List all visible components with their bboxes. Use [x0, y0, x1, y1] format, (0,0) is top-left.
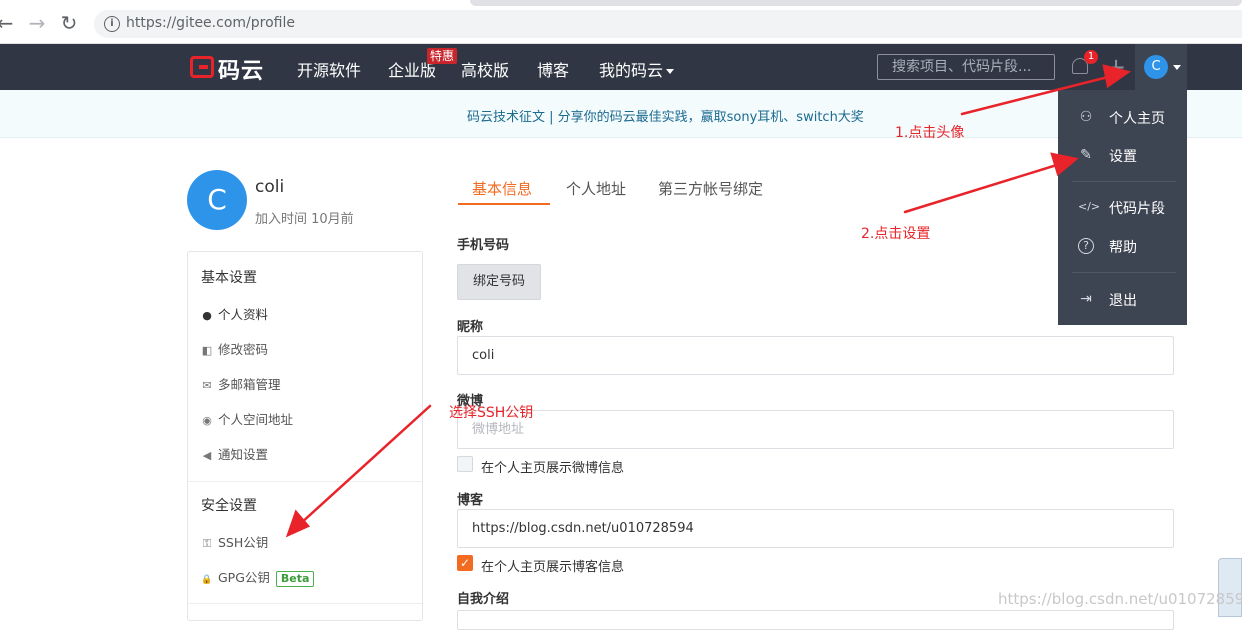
arrowhead-to-ssh [285, 509, 311, 538]
annotation-step1: 1.点击头像 [895, 125, 965, 141]
arrow-to-ssh [298, 404, 432, 526]
floating-widget[interactable] [1218, 558, 1242, 617]
arrow-to-avatar [960, 74, 1114, 116]
watermark-text: https://blog.csdn.net/u010728594 [998, 590, 1242, 608]
annotation-step3: 选择SSH公钥 [449, 405, 534, 421]
arrowhead-to-avatar [1102, 64, 1131, 89]
arrowhead-to-settings [1050, 152, 1079, 177]
arrow-to-settings [903, 162, 1062, 214]
annotation-step2: 2.点击设置 [861, 226, 931, 242]
annotation-arrows [285, 64, 1131, 538]
